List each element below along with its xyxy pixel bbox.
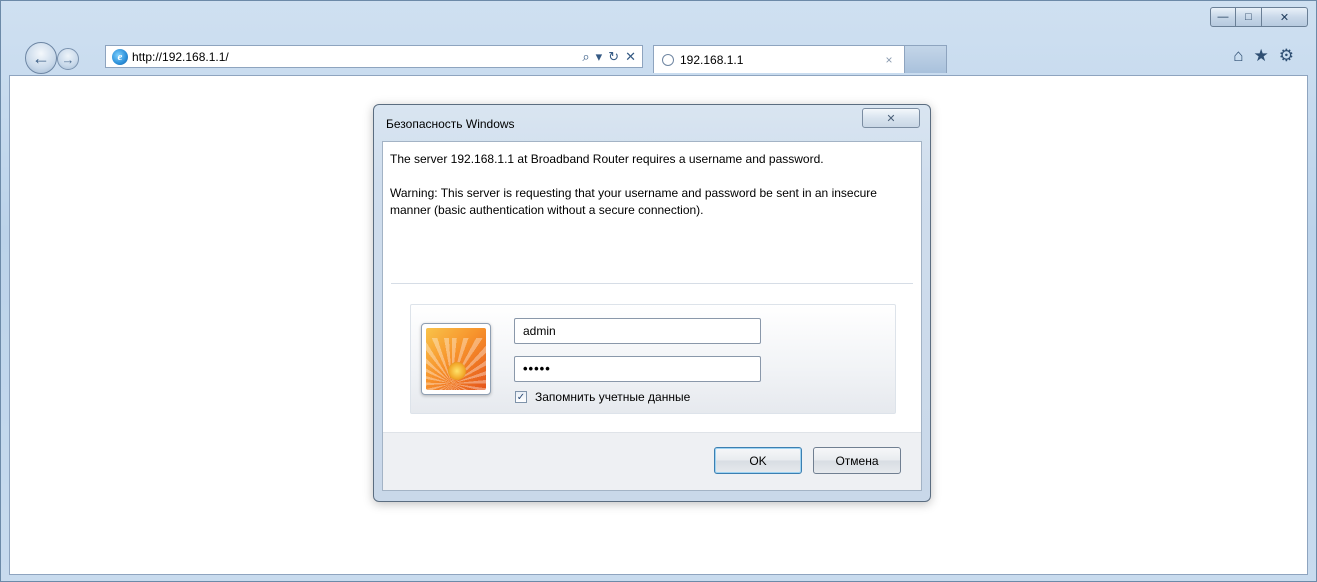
remember-label: Запомнить учетные данные	[535, 390, 691, 404]
ok-button[interactable]: OK	[714, 447, 802, 474]
back-icon[interactable]: ←	[25, 42, 57, 74]
tab-title: 192.168.1.1	[680, 52, 744, 67]
divider	[391, 283, 913, 284]
security-warning: Warning: This server is requesting that …	[390, 186, 877, 217]
star-icon[interactable]: ★	[1254, 46, 1269, 66]
server-message: The server 192.168.1.1 at Broadband Rout…	[390, 152, 824, 166]
ie-icon: e	[112, 48, 128, 65]
search-icon[interactable]: ⌕	[582, 49, 589, 65]
checkbox-icon[interactable]: ✓	[515, 391, 527, 403]
chevron-down-icon[interactable]: ▾	[596, 49, 603, 65]
dialog-body: The server 192.168.1.1 at Broadband Rout…	[382, 141, 922, 491]
close-window-button[interactable]: ✕	[1262, 7, 1308, 27]
gear-icon[interactable]: ⚙	[1279, 46, 1294, 66]
credential-tile: admin ••••• ✓ Запомнить учетные данные	[410, 304, 896, 414]
window-controls: — □ ✕	[1210, 7, 1308, 27]
address-bar[interactable]: e http://192.168.1.1/ ⌕ ▾ ↻ ✕	[105, 45, 643, 68]
home-icon[interactable]: ⌂	[1233, 46, 1243, 66]
dialog-message: The server 192.168.1.1 at Broadband Rout…	[390, 151, 890, 236]
username-field[interactable]: admin	[514, 318, 761, 344]
dialog-footer: OK Отмена	[383, 432, 921, 490]
tab-192-168-1-1[interactable]: 192.168.1.1 ×	[653, 45, 905, 73]
refresh-icon[interactable]: ↻	[608, 49, 619, 65]
user-tile-icon	[421, 323, 491, 395]
loading-icon	[662, 53, 674, 66]
forward-icon[interactable]: →	[57, 48, 79, 70]
maximize-button[interactable]: □	[1236, 7, 1262, 27]
windows-security-dialog: Безопасность Windows ✕ The server 192.16…	[373, 104, 931, 502]
address-url[interactable]: http://192.168.1.1/	[132, 50, 582, 64]
minimize-button[interactable]: —	[1210, 7, 1236, 27]
remember-credentials[interactable]: ✓ Запомнить учетные данные	[515, 390, 690, 404]
dialog-close-button[interactable]: ✕	[862, 108, 920, 128]
stop-icon[interactable]: ✕	[625, 49, 636, 65]
cancel-button[interactable]: Отмена	[813, 447, 901, 474]
address-tools: ⌕ ▾ ↻ ✕	[582, 49, 636, 65]
new-tab-button[interactable]	[905, 45, 947, 73]
close-icon: ✕	[886, 112, 896, 125]
dialog-title: Безопасность Windows	[386, 117, 515, 131]
flower-picture	[426, 328, 486, 390]
tab-close-icon[interactable]: ×	[880, 53, 898, 67]
toolbar-icons: ⌂ ★ ⚙	[1233, 46, 1294, 66]
browser-window: — □ ✕ ← → e http://192.168.1.1/ ⌕ ▾ ↻ ✕ …	[0, 0, 1317, 582]
password-field[interactable]: •••••	[514, 356, 761, 382]
